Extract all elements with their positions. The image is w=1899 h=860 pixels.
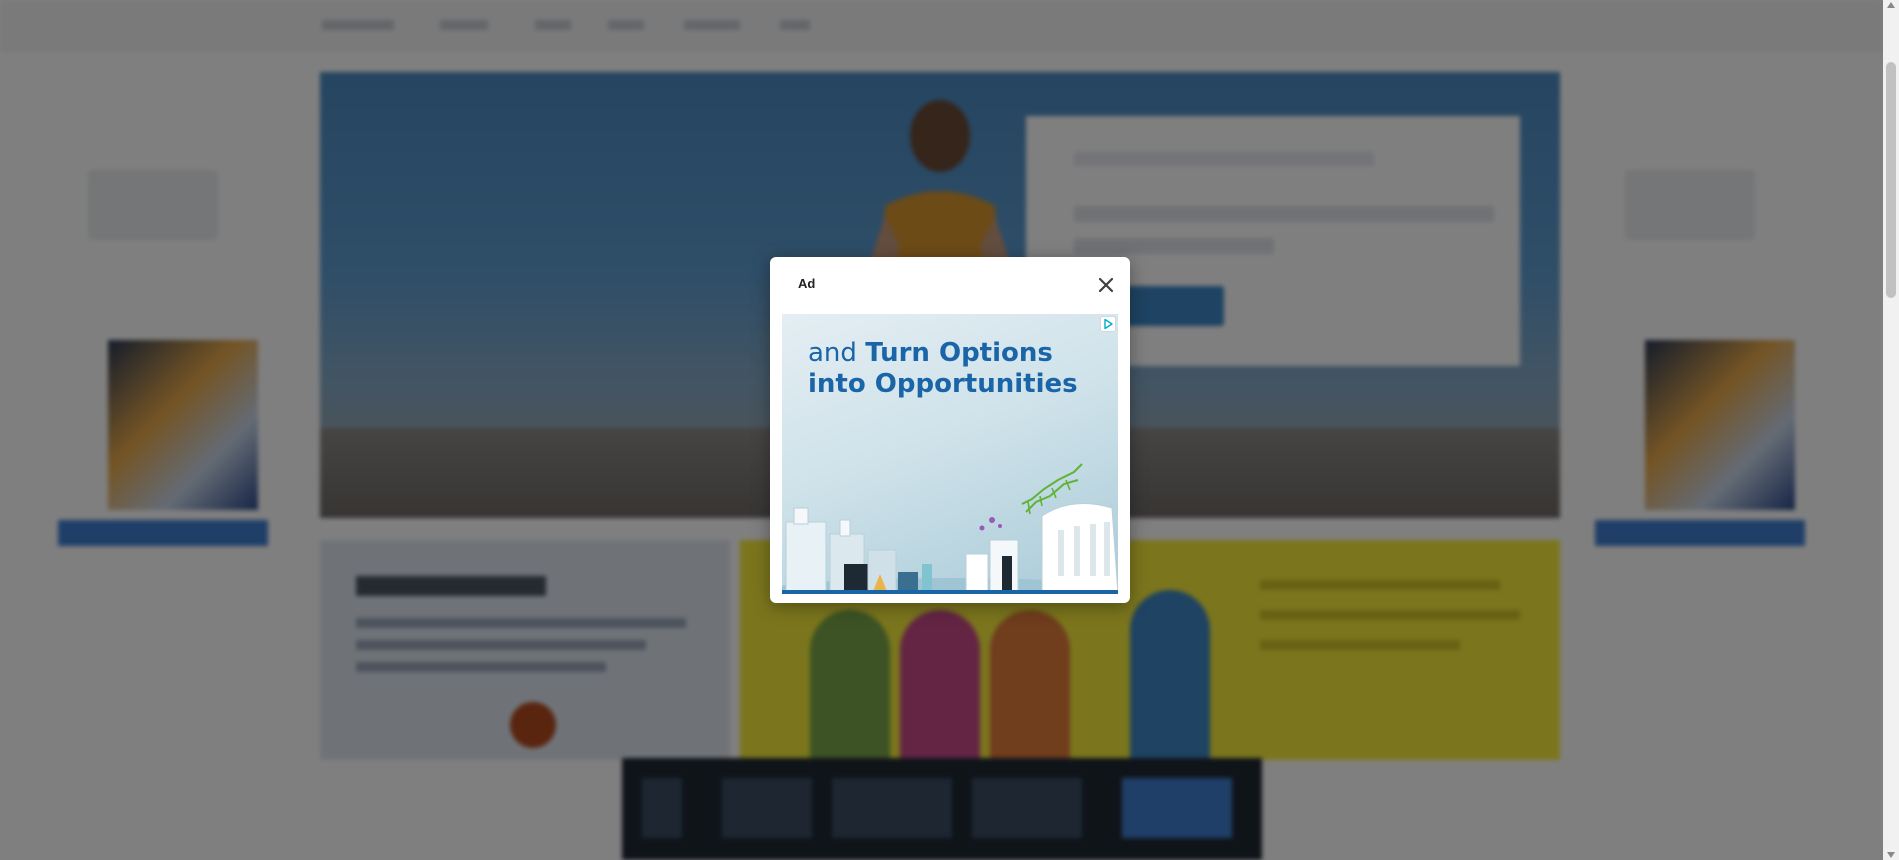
- ad-headline-regular: and: [808, 338, 866, 368]
- adchoices-icon[interactable]: [1100, 316, 1116, 332]
- lab-equipment-illustration: [782, 463, 1118, 594]
- ad-modal: Ad and Turn Options into Opportunities: [770, 257, 1130, 603]
- ad-creative[interactable]: and Turn Options into Opportunities: [782, 314, 1118, 594]
- page-scrollbar[interactable]: [1883, 0, 1899, 860]
- scroll-down-arrow-icon[interactable]: [1887, 852, 1895, 858]
- scrollbar-thumb[interactable]: [1886, 62, 1896, 298]
- close-icon[interactable]: [1094, 273, 1118, 297]
- close-button[interactable]: [1094, 273, 1118, 297]
- ad-headline[interactable]: and Turn Options into Opportunities: [808, 338, 1108, 400]
- scroll-up-arrow-icon[interactable]: [1887, 2, 1895, 8]
- modal-title: Ad: [798, 276, 816, 291]
